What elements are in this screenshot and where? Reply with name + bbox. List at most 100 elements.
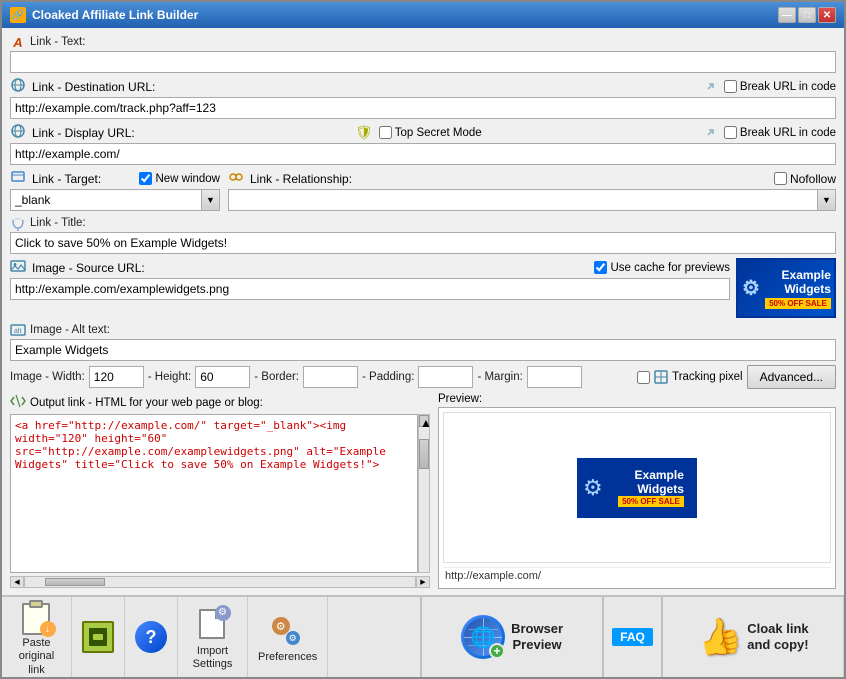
new-window-checkbox[interactable]: New window [139, 172, 220, 185]
use-cache-checkbox[interactable]: Use cache for previews [594, 261, 730, 274]
target-icon [10, 169, 26, 188]
title-buttons: — □ ✕ [778, 7, 836, 23]
bottom-left: ↓ Paste original link [2, 597, 422, 677]
faq-button[interactable]: FAQ [612, 628, 653, 646]
break-url-checkbox-1[interactable]: Break URL in code [724, 80, 836, 93]
use-cache-check[interactable] [594, 261, 607, 274]
save-floppy-icon [82, 621, 114, 653]
prefs-gears: ⚙ ⚙ [272, 617, 300, 645]
widget-sale: 50% OFF SALE [765, 298, 831, 309]
browser-preview-button[interactable]: 🌐 + Browser Preview [422, 597, 604, 677]
help-button[interactable]: ? [125, 597, 178, 677]
svg-text:alt: alt [14, 328, 21, 335]
target-relationship-row: Link - Target: New window ▼ [10, 169, 836, 211]
browser-preview-label: Browser Preview [511, 621, 563, 652]
save-button[interactable] [72, 597, 125, 677]
scroll-thumb[interactable] [419, 439, 429, 469]
preview-text1: Example [618, 468, 684, 482]
scroll-arrow-right[interactable]: ▶ [416, 576, 430, 588]
tracking-pixel-checkbox[interactable]: Tracking pixel [637, 369, 743, 385]
destination-url-label-row: Link - Destination URL: Break URL in cod… [10, 77, 836, 96]
image-source-input[interactable] [10, 278, 730, 300]
scroll-arrow-left[interactable]: ◀ [10, 576, 24, 588]
target-dropdown-btn[interactable]: ▼ [202, 189, 220, 211]
advanced-button[interactable]: Advanced... [747, 365, 836, 389]
paste-label: Paste original link [19, 637, 54, 677]
import-gear-icon: ⚙ [215, 605, 231, 621]
browser-preview-icon-area: 🌐 + [461, 615, 505, 659]
break-url-check-1[interactable] [724, 80, 737, 93]
preview-gear-icon: ⚙ [583, 475, 603, 501]
scroll-arrow-up[interactable]: ▲ [419, 415, 429, 427]
close-button[interactable]: ✕ [818, 7, 836, 23]
top-secret-check[interactable] [379, 126, 392, 139]
maximize-button[interactable]: □ [798, 7, 816, 23]
import-settings-icon: ⚙ [195, 605, 231, 641]
image-width-input[interactable] [89, 366, 144, 388]
image-height-label: - Height: [148, 371, 191, 383]
output-label-row: Output link - HTML for your web page or … [10, 393, 430, 412]
import-label: Import Settings [193, 645, 233, 671]
minimize-button[interactable]: — [778, 7, 796, 23]
image-alt-icon: alt [10, 322, 26, 338]
new-window-check[interactable] [139, 172, 152, 185]
use-cache-label: Use cache for previews [610, 262, 730, 274]
save-floppy-label [93, 634, 103, 640]
main-content: A Link - Text: Link - Destination URL: B… [2, 28, 844, 595]
widget-widgets: Widgets [765, 282, 831, 296]
destination-url-input[interactable] [10, 97, 836, 119]
display-url-label-row: Link - Display URL: 🛡 Top Secret Mode Br… [10, 123, 836, 142]
preview-url: http://example.com/ [443, 567, 831, 584]
image-border-label: - Border: [254, 371, 299, 383]
tracking-pixel-check[interactable] [637, 371, 650, 384]
image-alt-input[interactable] [10, 339, 836, 361]
link-text-input[interactable] [10, 51, 836, 73]
nofollow-check[interactable] [774, 172, 787, 185]
paste-original-button[interactable]: ↓ Paste original link [2, 597, 72, 677]
break-url-check-2[interactable] [724, 126, 737, 139]
image-source-icon [10, 258, 26, 277]
output-code-textarea[interactable]: <a href="http://example.com/" target="_b… [10, 414, 418, 573]
relationship-input[interactable] [228, 189, 818, 211]
image-source-label-row: Image - Source URL: Use cache for previe… [10, 258, 730, 277]
prefs-gear2: ⚙ [286, 631, 300, 645]
display-url-input[interactable] [10, 143, 836, 165]
break-url-checkbox-2[interactable]: Break URL in code [724, 126, 836, 139]
image-border-input[interactable] [303, 366, 358, 388]
preview-image-area: ⚙ Example Widgets 50% OFF SALE [443, 412, 831, 563]
code-area-wrapper: <a href="http://example.com/" target="_b… [10, 414, 430, 573]
bottom-bar: ↓ Paste original link [2, 595, 844, 677]
image-source-row: Image - Source URL: Use cache for previe… [10, 258, 836, 318]
link-title-input[interactable] [10, 232, 836, 254]
image-margin-input[interactable] [527, 366, 582, 388]
cloak-copy-button[interactable]: 👍 Cloak link and copy! [661, 597, 844, 677]
link-relationship-label: Link - Relationship: [250, 172, 352, 186]
top-secret-checkbox[interactable]: Top Secret Mode [379, 126, 482, 139]
preferences-icon: ⚙ ⚙ [270, 611, 306, 647]
clipboard-clip [29, 600, 43, 608]
thumbs-up-icon-area: 👍 [697, 615, 741, 659]
target-label-row: Link - Target: New window [10, 169, 220, 188]
link-target-label: Link - Target: [32, 172, 101, 186]
new-window-label: New window [155, 173, 220, 185]
relationship-dropdown-btn[interactable]: ▼ [818, 189, 836, 211]
preferences-button[interactable]: ⚙ ⚙ Preferences [248, 597, 328, 677]
paste-original-icon-area: ↓ [17, 597, 57, 635]
image-source-left: Image - Source URL: Use cache for previe… [10, 258, 730, 300]
link-text-label: Link - Text: [30, 36, 85, 48]
target-input[interactable] [10, 189, 202, 211]
scroll-h-thumb[interactable] [45, 578, 105, 586]
output-scrollbar-v[interactable]: ▲ [418, 414, 430, 573]
break-url-label-1: Break URL in code [740, 81, 836, 93]
globe-symbol: 🌐 [471, 625, 496, 650]
image-padding-input[interactable] [418, 366, 473, 388]
link-text-row: A Link - Text: [10, 34, 836, 73]
output-icon [10, 393, 26, 412]
help-icon-area: ? [131, 617, 171, 657]
image-height-input[interactable] [195, 366, 250, 388]
relationship-select-wrapper: ▼ [228, 189, 836, 211]
import-settings-button[interactable]: ⚙ Import Settings [178, 597, 248, 677]
output-scrollbar-h[interactable] [24, 576, 416, 588]
tracking-pixel-icon [653, 369, 669, 385]
paste-clipboard-icon: ↓ [18, 597, 56, 635]
